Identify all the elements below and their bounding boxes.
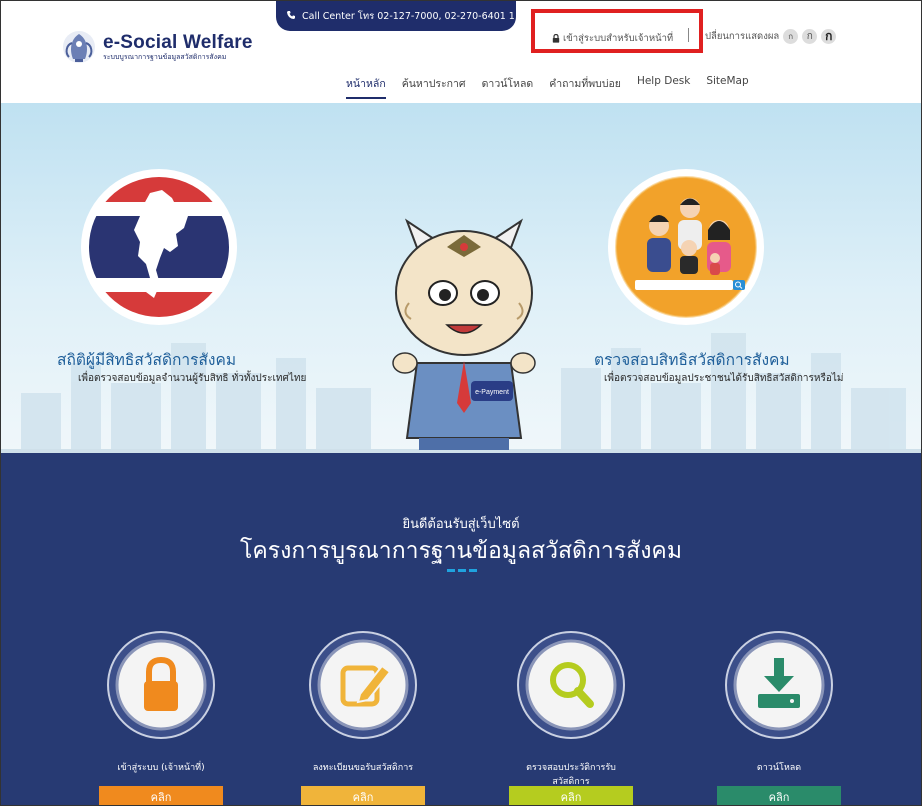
check-rights-title[interactable]: ตรวจสอบสิทธิสวัสดิการสังคม bbox=[594, 347, 790, 372]
logo-brand: e-Social Welfare bbox=[103, 31, 253, 53]
service-label-history: ตรวจสอบประวัติการรับสวัสดิการ bbox=[526, 763, 616, 787]
service-label-register: ลงทะเบียนขอรับสวัสดิการ bbox=[312, 763, 414, 773]
staff-login-label: เข้าสู่ระบบสำหรับเจ้าหน้าที่ bbox=[563, 33, 674, 44]
header: Call Center โทร 02-127-7000, 02-270-6401… bbox=[1, 1, 921, 103]
font-size-medium-button[interactable]: ก bbox=[802, 29, 818, 44]
main-nav: หน้าหลัก ค้นหาประกาศ ดาวน์โหลด คำถามที่พ… bbox=[346, 75, 765, 99]
edit-icon[interactable] bbox=[308, 630, 418, 740]
mascot-illustration: e-Payment bbox=[392, 218, 536, 450]
heading-underline-dashes bbox=[447, 569, 477, 572]
login-click-button[interactable]: คลิก bbox=[99, 786, 223, 805]
family-check-icon[interactable] bbox=[607, 168, 765, 326]
ministry-emblem-icon bbox=[63, 31, 95, 63]
services-section: ยินดีต้อนรับสู่เว็บไซต์ โครงการบูรณาการฐ… bbox=[1, 453, 921, 805]
stats-title[interactable]: สถิติผู้มีสิทธิสวัสดิการสังคม bbox=[57, 347, 236, 372]
service-register: ลงทะเบียนขอรับสวัสดิการ คลิก bbox=[301, 630, 425, 805]
staff-login-link[interactable]: เข้าสู่ระบบสำหรับเจ้าหน้าที่ bbox=[552, 31, 673, 46]
stats-subtitle: เพื่อตรวจสอบข้อมูลจำนวนผู้รับสิทธิ ทั่วท… bbox=[78, 373, 307, 384]
nav-item-download[interactable]: ดาวน์โหลด bbox=[482, 75, 534, 99]
search-icon[interactable] bbox=[516, 630, 626, 740]
font-size-large-button[interactable]: ก bbox=[821, 29, 837, 44]
history-click-button[interactable]: คลิก bbox=[509, 786, 633, 805]
hero-banner: สถิติผู้มีสิทธิสวัสดิการสังคม เพื่อตรวจส… bbox=[1, 103, 921, 453]
call-center-text: Call Center โทร 02-127-7000, 02-270-6401… bbox=[302, 10, 515, 22]
site-logo[interactable]: e-Social Welfare ระบบบูรณาการฐานข้อมูลสว… bbox=[61, 29, 253, 65]
service-staff-login: เข้าสู่ระบบ (เจ้าหน้าที่) คลิก bbox=[99, 630, 223, 805]
display-options-label: ปลี่ยนการแสดงผล bbox=[705, 31, 780, 42]
logo-subtitle: ระบบบูรณาการฐานข้อมูลสวัสดิการสังคม bbox=[103, 52, 227, 61]
download-click-button[interactable]: คลิก bbox=[717, 786, 841, 805]
nav-item-help-desk[interactable]: Help Desk bbox=[637, 75, 690, 99]
welcome-subheading: ยินดีต้อนรับสู่เว็บไซต์ bbox=[402, 517, 520, 532]
check-rights-subtitle: เพื่อตรวจสอบข้อมูลประชาชนได้รับสิทธิสวัส… bbox=[604, 373, 844, 384]
call-center-bar: Call Center โทร 02-127-7000, 02-270-6401… bbox=[276, 1, 516, 31]
display-options: ปลี่ยนการแสดงผล ก ก ก bbox=[705, 29, 837, 44]
lock-icon[interactable] bbox=[106, 630, 216, 740]
nav-item-home[interactable]: หน้าหลัก bbox=[346, 75, 386, 99]
thailand-map-icon[interactable] bbox=[80, 168, 238, 326]
service-check-history: ตรวจสอบประวัติการรับสวัสดิการ คลิก bbox=[509, 630, 633, 805]
service-download: ดาวน์โหลด คลิก bbox=[717, 630, 841, 805]
nav-item-sitemap[interactable]: SiteMap bbox=[706, 75, 748, 99]
service-label-download: ดาวน์โหลด bbox=[756, 763, 802, 773]
phone-icon bbox=[287, 11, 295, 19]
service-label-login: เข้าสู่ระบบ (เจ้าหน้าที่) bbox=[117, 763, 205, 773]
download-icon[interactable] bbox=[724, 630, 834, 740]
nav-item-faq[interactable]: คำถามที่พบบ่อย bbox=[549, 75, 621, 99]
e-payment-badge-label: e-Payment bbox=[475, 389, 509, 396]
welcome-heading: โครงการบูรณาการฐานข้อมูลสวัสดิการสังคม bbox=[240, 538, 682, 564]
page: Call Center โทร 02-127-7000, 02-270-6401… bbox=[0, 0, 922, 806]
font-size-small-button[interactable]: ก bbox=[783, 29, 799, 44]
nav-item-announcements[interactable]: ค้นหาประกาศ bbox=[402, 75, 466, 99]
register-click-button[interactable]: คลิก bbox=[301, 786, 425, 805]
header-divider bbox=[688, 28, 689, 42]
lock-icon bbox=[552, 34, 560, 43]
